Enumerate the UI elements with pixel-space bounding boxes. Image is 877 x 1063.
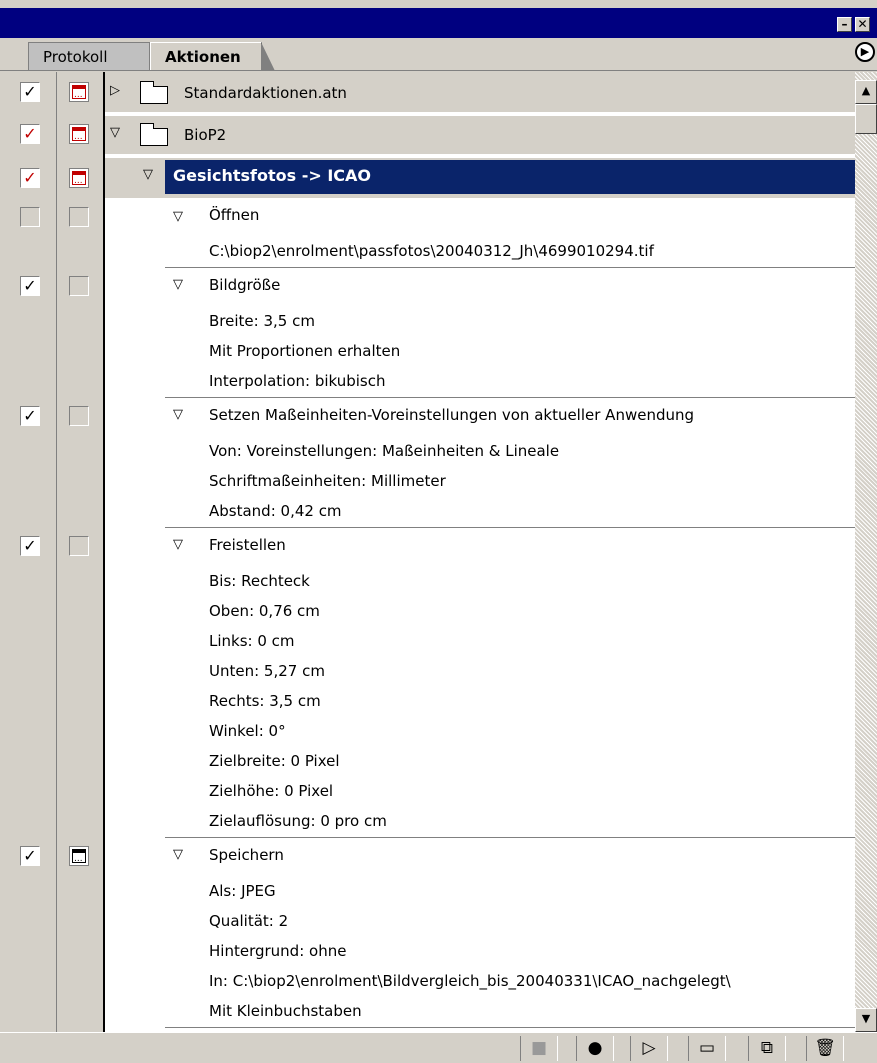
command-param: Hintergrund: ohne xyxy=(209,942,347,960)
palette-menu-button[interactable]: ▶ xyxy=(855,42,875,62)
action-set-label: Standardaktionen.atn xyxy=(184,84,347,102)
new-action-icon[interactable]: ⧉ xyxy=(748,1036,786,1061)
actions-list: ✓ ... ▷ Standardaktionen.atn ✓ ... ▽ Bio… xyxy=(0,72,855,1032)
record-icon[interactable]: ● xyxy=(576,1036,614,1061)
palette-titlebar: – ✕ xyxy=(0,0,877,38)
command-row[interactable]: ✓ ... ▽ Speichern Als: JPEG Qualität: 2 … xyxy=(0,838,855,1032)
dialog-toggle-icon[interactable] xyxy=(69,207,89,227)
action-set-row[interactable]: ✓ ... ▷ Standardaktionen.atn xyxy=(0,72,855,112)
triangle-down-icon[interactable]: ▽ xyxy=(143,168,153,181)
checkmark-icon[interactable]: ✓ xyxy=(20,124,40,144)
command-param: Schriftmaßeinheiten: Millimeter xyxy=(209,472,446,490)
minimize-icon[interactable]: – xyxy=(837,17,852,32)
tab-label: Aktionen xyxy=(165,48,241,66)
checkmark-icon[interactable]: ✓ xyxy=(20,846,40,866)
command-param: Zielbreite: 0 Pixel xyxy=(209,752,340,770)
scroll-down-icon[interactable]: ▼ xyxy=(855,1008,877,1032)
bottom-toolbar: ■ ● ▷ ▭ ⧉ 🗑 xyxy=(0,1032,877,1063)
scroll-up-icon[interactable]: ▲ xyxy=(855,80,877,104)
command-param: Oben: 0,76 cm xyxy=(209,602,320,620)
triangle-down-icon[interactable]: ▽ xyxy=(173,408,183,421)
command-param: Links: 0 cm xyxy=(209,632,295,650)
dialog-toggle-icon[interactable]: ... xyxy=(69,124,89,144)
command-label: Bildgröße xyxy=(209,276,281,294)
scroll-thumb[interactable] xyxy=(855,104,877,134)
folder-icon xyxy=(139,123,168,146)
dialog-toggle-icon[interactable]: ... xyxy=(69,846,89,866)
triangle-down-icon[interactable]: ▽ xyxy=(173,538,183,551)
command-row[interactable]: ✓ ▽ Freistellen Bis: Rechteck Oben: 0,76… xyxy=(0,528,855,838)
command-row[interactable]: ▽ Öffnen C:\biop2\enrolment\passfotos\20… xyxy=(0,200,855,268)
tab-label: Protokoll xyxy=(43,48,108,66)
command-param: Zielauflösung: 0 pro cm xyxy=(209,812,387,830)
dialog-toggle-icon[interactable] xyxy=(69,406,89,426)
close-icon[interactable]: ✕ xyxy=(855,17,870,32)
command-row[interactable]: ✓ ▽ Bildgröße Breite: 3,5 cm Mit Proport… xyxy=(0,268,855,398)
checkbox-empty[interactable] xyxy=(20,207,40,227)
checkmark-icon[interactable]: ✓ xyxy=(20,168,40,188)
command-param: Bis: Rechteck xyxy=(209,572,310,590)
action-label: Gesichtsfotos -> ICAO xyxy=(173,166,372,185)
folder-icon xyxy=(139,81,168,104)
command-param: Winkel: 0° xyxy=(209,722,286,740)
command-param: Rechts: 3,5 cm xyxy=(209,692,321,710)
checkmark-icon[interactable]: ✓ xyxy=(20,276,40,296)
dialog-toggle-icon[interactable]: ... xyxy=(69,82,89,102)
command-param: Mit Proportionen erhalten xyxy=(209,342,401,360)
command-param: Qualität: 2 xyxy=(209,912,289,930)
checkmark-icon[interactable]: ✓ xyxy=(20,82,40,102)
command-label: Freistellen xyxy=(209,536,286,554)
tab-bar: Protokoll Aktionen xyxy=(0,38,877,71)
tab-protokoll[interactable]: Protokoll xyxy=(28,42,150,70)
command-param: C:\biop2\enrolment\passfotos\20040312_Jh… xyxy=(209,242,654,260)
play-icon[interactable]: ▷ xyxy=(630,1036,668,1061)
command-param: Breite: 3,5 cm xyxy=(209,312,315,330)
action-set-label: BioP2 xyxy=(184,126,227,144)
triangle-down-icon[interactable]: ▽ xyxy=(173,278,183,291)
triangle-down-icon[interactable]: ▽ xyxy=(173,848,183,861)
checkmark-icon[interactable]: ✓ xyxy=(20,406,40,426)
dialog-toggle-icon[interactable] xyxy=(69,276,89,296)
command-param: Von: Voreinstellungen: Maßeinheiten & Li… xyxy=(209,442,560,460)
command-label: Öffnen xyxy=(209,206,260,224)
command-row[interactable]: ✓ ▽ Setzen Maßeinheiten-Voreinstellungen… xyxy=(0,398,855,528)
command-param: In: C:\biop2\enrolment\Bildvergleich_bis… xyxy=(209,972,731,990)
delete-icon[interactable]: 🗑 xyxy=(806,1036,844,1061)
command-param: Interpolation: bikubisch xyxy=(209,372,386,390)
command-param: Unten: 5,27 cm xyxy=(209,662,325,680)
dialog-toggle-icon[interactable] xyxy=(69,536,89,556)
triangle-down-icon[interactable]: ▽ xyxy=(173,210,183,223)
command-param: Zielhöhe: 0 Pixel xyxy=(209,782,334,800)
triangle-down-icon[interactable]: ▽ xyxy=(110,126,120,139)
command-param: Mit Kleinbuchstaben xyxy=(209,1002,362,1020)
vertical-scrollbar[interactable]: ▲ ▼ xyxy=(855,72,877,1032)
command-label: Speichern xyxy=(209,846,284,864)
dialog-toggle-icon[interactable]: ... xyxy=(69,168,89,188)
command-param: Als: JPEG xyxy=(209,882,276,900)
tab-aktionen[interactable]: Aktionen xyxy=(150,42,275,71)
stop-icon[interactable]: ■ xyxy=(520,1036,558,1061)
checkmark-icon[interactable]: ✓ xyxy=(20,536,40,556)
action-row-selected[interactable]: ✓ ... ▽ Gesichtsfotos -> ICAO xyxy=(0,158,855,198)
action-set-row[interactable]: ✓ ... ▽ BioP2 xyxy=(0,116,855,154)
command-label: Setzen Maßeinheiten-Voreinstellungen von… xyxy=(209,406,695,424)
new-set-icon[interactable]: ▭ xyxy=(688,1036,726,1061)
command-param: Abstand: 0,42 cm xyxy=(209,502,342,520)
triangle-right-icon[interactable]: ▷ xyxy=(110,84,120,97)
